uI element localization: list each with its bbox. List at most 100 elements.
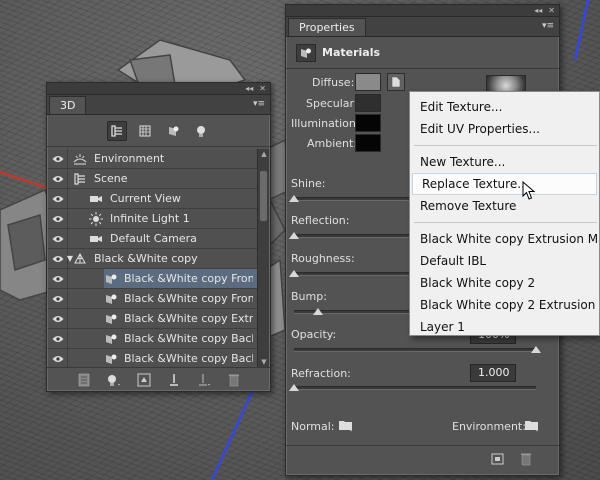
- new-object-icon[interactable]: [134, 371, 154, 389]
- tree-row[interactable]: ▼ Black &White copy: [48, 248, 257, 269]
- tree-row-content[interactable]: Current View: [88, 189, 257, 208]
- visibility-eye-icon[interactable]: [48, 168, 68, 189]
- panel-menu-icon[interactable]: ▾≡: [252, 99, 266, 110]
- trash-icon[interactable]: [520, 452, 532, 469]
- illumination-color-swatch[interactable]: [355, 114, 381, 132]
- scroll-thumb[interactable]: [260, 171, 267, 221]
- tree-row-label: Scene: [94, 172, 128, 185]
- menu-item[interactable]: Edit UV Properties...: [410, 118, 599, 140]
- close-icon[interactable]: ✕: [259, 84, 266, 93]
- close-icon[interactable]: ✕: [548, 6, 555, 15]
- visibility-eye-icon[interactable]: [48, 228, 68, 249]
- refraction-slider-knob[interactable]: [289, 384, 299, 391]
- visibility-eye-icon[interactable]: [48, 288, 68, 309]
- tree-row[interactable]: Black &White copy Front ...: [48, 268, 257, 289]
- tree-row-content[interactable]: Black &White copy Back I...: [104, 349, 257, 367]
- ground-icon[interactable]: [164, 371, 184, 389]
- tab-3d[interactable]: 3D: [49, 96, 87, 114]
- material-icon: [104, 291, 118, 307]
- scroll-down-icon[interactable]: ▼: [258, 357, 270, 367]
- collapse-icon[interactable]: ◂◂: [534, 6, 542, 15]
- menu-item[interactable]: Black White copy Extrusion Material: [410, 228, 599, 250]
- refraction-slider[interactable]: [294, 386, 536, 390]
- scroll-up-icon[interactable]: ▲: [258, 149, 270, 159]
- tree-scrollbar[interactable]: ▲ ▼: [257, 149, 269, 367]
- refraction-value-field[interactable]: 1.000: [470, 364, 516, 382]
- bump-slider-knob[interactable]: [313, 308, 324, 315]
- diffuse-texture-button[interactable]: [387, 73, 405, 91]
- opacity-slider[interactable]: [294, 348, 536, 352]
- menu-item[interactable]: Default IBL: [410, 250, 599, 272]
- visibility-eye-icon[interactable]: [48, 328, 68, 349]
- panel-topbar: ◂◂ ✕: [286, 5, 559, 17]
- menu-item[interactable]: New Texture...: [410, 151, 599, 173]
- properties-header: Materials: [286, 37, 559, 69]
- visibility-eye-icon[interactable]: [48, 308, 68, 329]
- bump-label: Bump:: [291, 290, 327, 303]
- diffuse-color-swatch[interactable]: [355, 73, 381, 91]
- tree-row-content[interactable]: Scene: [72, 169, 257, 188]
- environment-icon: [72, 151, 88, 167]
- menu-item[interactable]: Layer 1: [410, 316, 599, 335]
- tree-row[interactable]: Environment: [48, 149, 257, 169]
- visibility-eye-icon[interactable]: [48, 208, 68, 229]
- light-filter-icon[interactable]: [191, 121, 211, 141]
- tree-row[interactable]: Default Camera: [48, 228, 257, 249]
- material-filter-icon[interactable]: [163, 121, 183, 141]
- roughness-label: Roughness:: [291, 252, 355, 265]
- tree-row-label: Black &White copy: [94, 252, 198, 265]
- roughness-slider-knob[interactable]: [289, 270, 299, 277]
- tree-row-content[interactable]: Black &White copy Front ...: [104, 269, 257, 288]
- tree-row[interactable]: Current View: [48, 188, 257, 209]
- tree-row-content[interactable]: Infinite Light 1: [88, 209, 257, 228]
- tree-row[interactable]: Infinite Light 1: [48, 208, 257, 229]
- tab-properties[interactable]: Properties: [288, 18, 366, 36]
- scene-filter-icon[interactable]: [106, 120, 127, 141]
- opacity-slider-knob[interactable]: [531, 346, 541, 353]
- menu-item[interactable]: Edit Texture...: [410, 96, 599, 118]
- tree-row-label: Default Camera: [110, 232, 197, 245]
- menu-item[interactable]: Remove Texture: [410, 195, 599, 217]
- delete-light-icon[interactable]: [194, 371, 214, 389]
- tree-row[interactable]: Black &White copy Back I...: [48, 348, 257, 367]
- normal-folder-icon[interactable]: [338, 418, 354, 435]
- specular-color-swatch[interactable]: [355, 94, 381, 112]
- material-icon: [104, 331, 118, 347]
- z-axis-line-far: [573, 0, 590, 61]
- tree-row-content[interactable]: Black &White copy Extrus...: [104, 309, 257, 328]
- add-light-icon[interactable]: [104, 371, 124, 389]
- menu-item[interactable]: Black White copy 2 Extrusion Material: [410, 294, 599, 316]
- tree-row-content[interactable]: Environment: [72, 149, 257, 168]
- shine-slider-knob[interactable]: [289, 195, 299, 202]
- visibility-eye-icon[interactable]: [48, 268, 68, 289]
- tree-row-content[interactable]: Black &White copy Front ...: [104, 289, 257, 308]
- tree-row[interactable]: Black &White copy Extrus...: [48, 308, 257, 329]
- tree-row[interactable]: Scene: [48, 168, 257, 189]
- mesh-filter-icon[interactable]: [135, 121, 155, 141]
- camera-icon: [88, 191, 104, 207]
- visibility-eye-icon[interactable]: [48, 248, 68, 269]
- menu-item[interactable]: Black White copy 2: [410, 272, 599, 294]
- trash-icon[interactable]: [224, 371, 244, 389]
- material-icon: [104, 351, 118, 367]
- tree-row[interactable]: Black &White copy Front ...: [48, 288, 257, 309]
- tree-row[interactable]: Black &White copy Back ...: [48, 328, 257, 349]
- visibility-eye-icon[interactable]: [48, 149, 68, 169]
- tree-row-content[interactable]: Black &White copy: [72, 249, 257, 268]
- visibility-eye-icon[interactable]: [48, 188, 68, 209]
- mesh-icon: [72, 251, 88, 267]
- reflection-slider-knob[interactable]: [289, 232, 299, 239]
- section-title: Materials: [322, 46, 381, 59]
- environment-folder-icon[interactable]: [524, 418, 540, 435]
- visibility-eye-icon[interactable]: [48, 348, 68, 367]
- render-icon[interactable]: [74, 371, 94, 389]
- tree-row-content[interactable]: Default Camera: [88, 229, 257, 248]
- new-material-icon[interactable]: [491, 452, 505, 469]
- menu-separator: [414, 145, 597, 146]
- menu-item[interactable]: Replace Texture...: [412, 173, 597, 195]
- menu-separator: [414, 222, 597, 223]
- tree-row-content[interactable]: Black &White copy Back ...: [104, 329, 257, 348]
- ambient-color-swatch[interactable]: [355, 134, 381, 152]
- panel-menu-icon[interactable]: ▾≡: [541, 21, 555, 32]
- collapse-icon[interactable]: ◂◂: [245, 84, 253, 93]
